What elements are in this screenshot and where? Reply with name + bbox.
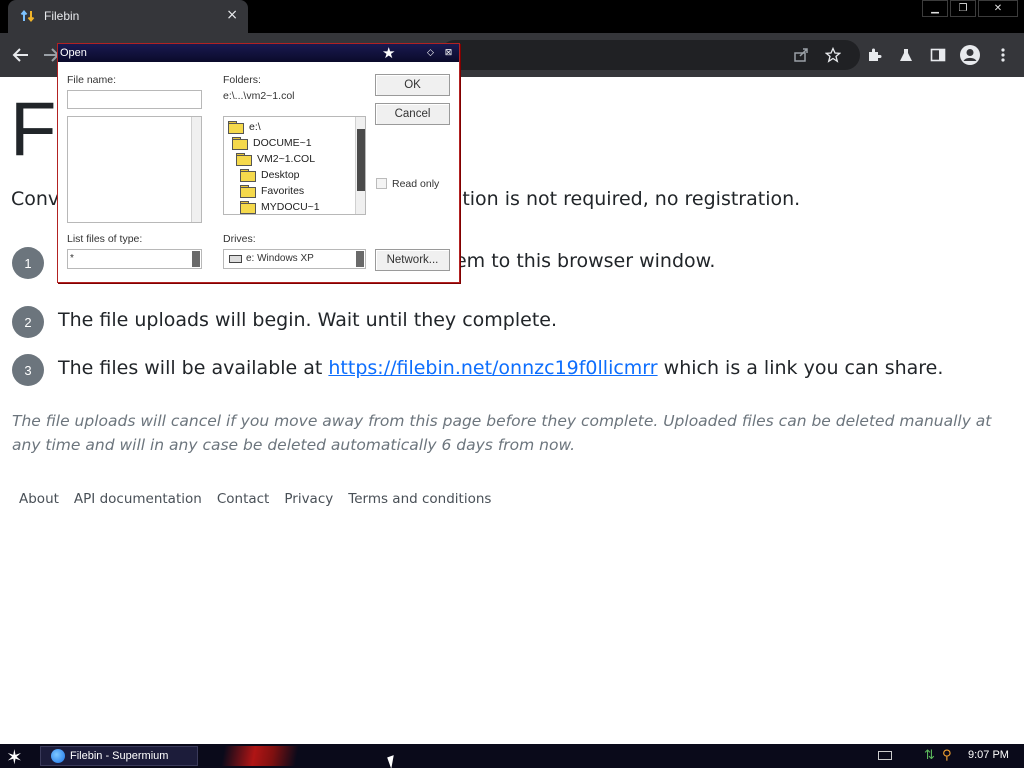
footer-links: About API documentation Contact Privacy … xyxy=(19,491,491,507)
folder-name: DOCUME~1 xyxy=(253,136,312,149)
profile-avatar-icon[interactable] xyxy=(959,44,981,66)
step-number-badge: 1 xyxy=(12,247,44,279)
dialog-title: Open xyxy=(60,47,87,59)
taskbar: ✶ Filebin - Supermium ⇅ ⚲ 9:07 PM xyxy=(0,744,1024,768)
footer-link-about[interactable]: About xyxy=(19,491,59,507)
folder-item[interactable]: VM2~1.COL xyxy=(236,151,315,166)
folder-name: Desktop xyxy=(261,168,300,181)
keyboard-icon[interactable] xyxy=(878,751,892,760)
folder-item[interactable]: e:\ xyxy=(228,119,261,134)
file-types-label: List files of type: xyxy=(67,233,143,245)
bookmark-star-icon[interactable] xyxy=(822,44,844,66)
dropdown-arrow-icon[interactable] xyxy=(192,251,200,267)
ok-button[interactable]: OK xyxy=(375,74,450,96)
file-list-scrollbar[interactable] xyxy=(191,117,201,222)
address-bar[interactable] xyxy=(440,40,860,70)
back-arrow-icon[interactable] xyxy=(10,44,32,66)
open-file-dialog: Open ★ ◇ ⊠ File name: Folders: e:\...\vm… xyxy=(57,43,460,283)
tab-strip: Filebin × ▁ ❐ ✕ xyxy=(0,0,1024,33)
close-window-button[interactable]: ✕ xyxy=(978,0,1018,17)
footer-link-privacy[interactable]: Privacy xyxy=(284,491,333,507)
taskbar-item-filebin[interactable]: Filebin - Supermium xyxy=(40,746,198,766)
step-number-badge: 3 xyxy=(12,354,44,386)
tab-title: Filebin xyxy=(44,9,80,23)
start-star-icon[interactable]: ✶ xyxy=(6,745,23,768)
menu-kebab-icon[interactable] xyxy=(992,44,1014,66)
folder-name: MYDOCU~1 xyxy=(261,200,320,213)
folder-name: e:\ xyxy=(249,120,261,133)
step-text-before: The files will be available at xyxy=(58,357,329,379)
folder-item[interactable]: MYDOCU~1 xyxy=(240,199,320,214)
dropdown-arrow-icon[interactable] xyxy=(356,251,364,267)
extensions-puzzle-icon[interactable] xyxy=(863,44,885,66)
step-2: 2 The file uploads will begin. Wait unti… xyxy=(12,306,1012,340)
taskbar-clock: 9:07 PM xyxy=(968,749,1009,761)
labs-flask-icon[interactable] xyxy=(895,44,917,66)
network-button[interactable]: Network... xyxy=(375,249,450,271)
share-icon[interactable] xyxy=(790,44,812,66)
cancel-button[interactable]: Cancel xyxy=(375,103,450,125)
dialog-restore-icon[interactable]: ◇ xyxy=(424,46,437,59)
open-folder-icon xyxy=(228,120,244,134)
bin-url-link[interactable]: https://filebin.net/onnzc19f0llicmrr xyxy=(328,357,657,379)
minimize-button[interactable]: ▁ xyxy=(922,0,948,17)
window-controls: ▁ ❐ ✕ xyxy=(922,0,1018,18)
step-number-badge: 2 xyxy=(12,306,44,338)
footer-link-terms[interactable]: Terms and conditions xyxy=(348,491,491,507)
step-text-after: which is a link you can share. xyxy=(657,357,944,379)
upload-notice: The file uploads will cancel if you move… xyxy=(12,412,992,454)
dialog-title-bar[interactable]: Open ★ ◇ ⊠ xyxy=(58,44,459,62)
maximize-button[interactable]: ❐ xyxy=(950,0,976,17)
taskbar-item-label: Filebin - Supermium xyxy=(70,750,169,762)
taskbar-decoration xyxy=(200,746,320,766)
folder-icon xyxy=(240,184,256,198)
folder-icon xyxy=(240,168,256,182)
folder-name: Favorites xyxy=(261,184,305,197)
read-only-label: Read only xyxy=(392,178,440,190)
tab-filebin[interactable]: Filebin × xyxy=(8,0,248,33)
scrollbar-thumb[interactable] xyxy=(357,129,365,191)
file-list[interactable] xyxy=(67,116,202,223)
folder-icon xyxy=(240,200,256,214)
network-tray-icon[interactable]: ⇅ xyxy=(924,748,935,763)
drive-icon xyxy=(229,255,242,263)
dialog-close-icon[interactable]: ⊠ xyxy=(442,46,455,59)
folder-item[interactable]: Favorites xyxy=(240,183,304,198)
file-type-select[interactable]: * xyxy=(67,249,202,269)
footer-link-api-documentation[interactable]: API documentation xyxy=(74,491,202,507)
side-panel-icon[interactable] xyxy=(927,44,949,66)
footer-link-contact[interactable]: Contact xyxy=(217,491,270,507)
filebin-favicon-icon xyxy=(20,9,35,23)
drive-value: e: Windows XP xyxy=(246,253,314,264)
open-folder-icon xyxy=(232,136,248,150)
tab-close-icon[interactable]: × xyxy=(226,7,238,23)
search-tray-icon[interactable]: ⚲ xyxy=(942,748,952,763)
file-name-label: File name: xyxy=(67,74,117,86)
folders-label: Folders: xyxy=(223,74,261,86)
folder-item[interactable]: DOCUME~1 xyxy=(232,135,312,150)
step-text: The files will be available at https://f… xyxy=(58,357,943,379)
step-text: The file uploads will begin. Wait until … xyxy=(58,309,557,331)
browser-icon xyxy=(51,749,65,763)
step-3: 3 The files will be available at https:/… xyxy=(12,354,1012,388)
drive-select[interactable]: e: Windows XP xyxy=(223,249,366,269)
file-type-value: * xyxy=(70,253,74,264)
folder-name: VM2~1.COL xyxy=(257,152,316,165)
read-only-checkbox[interactable] xyxy=(376,178,387,189)
star-icon: ★ xyxy=(382,44,396,62)
file-name-input[interactable] xyxy=(67,90,202,109)
folder-tree[interactable]: e:\ DOCUME~1 VM2~1.COL Desktop Favorites… xyxy=(223,116,366,215)
drives-label: Drives: xyxy=(223,233,256,245)
current-folder-path: e:\...\vm2~1.col xyxy=(223,90,295,102)
folder-item[interactable]: Desktop xyxy=(240,167,300,182)
open-folder-icon xyxy=(236,152,252,166)
folder-tree-scrollbar[interactable] xyxy=(355,117,365,214)
